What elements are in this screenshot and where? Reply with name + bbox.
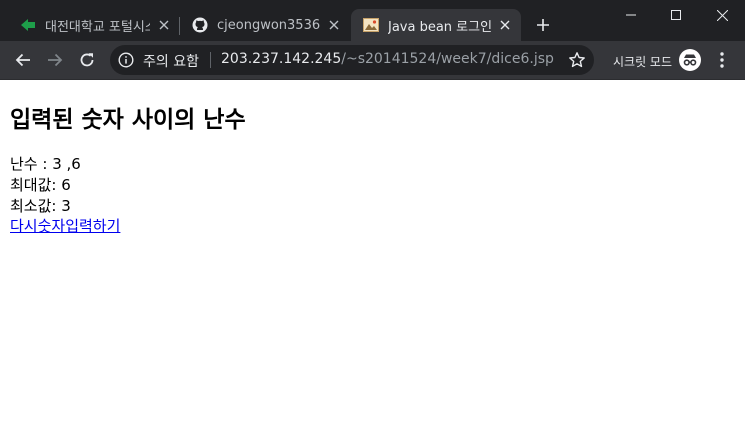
omnibox-divider bbox=[210, 52, 211, 68]
browser-toolbar: 주의 요함 203.237.142.245/~s20141524/week7/d… bbox=[0, 41, 745, 80]
tab-title: cjeongwon3536.gith bbox=[217, 17, 320, 33]
minimize-button[interactable] bbox=[608, 0, 654, 30]
close-tab-icon[interactable] bbox=[495, 15, 515, 35]
forward-button[interactable] bbox=[43, 48, 67, 72]
tab-github[interactable]: cjeongwon3536.gith bbox=[180, 9, 350, 41]
bookmark-star-icon[interactable] bbox=[568, 51, 586, 69]
maximize-button[interactable] bbox=[653, 0, 699, 30]
security-label[interactable]: 주의 요함 bbox=[143, 51, 199, 71]
url-path: /~s20141524/week7/dice6.jsp bbox=[341, 51, 554, 67]
tab-title: 대전대학교 포털시스 bbox=[45, 19, 150, 35]
page-heading: 입력된 숫자 사이의 난수 bbox=[10, 107, 246, 133]
close-window-button[interactable] bbox=[699, 0, 745, 30]
close-tab-icon[interactable] bbox=[324, 15, 344, 35]
min-value-line: 최소값: 3 bbox=[10, 197, 71, 215]
leaf-icon bbox=[20, 17, 36, 33]
info-icon[interactable] bbox=[118, 52, 134, 68]
close-tab-icon[interactable] bbox=[154, 15, 174, 35]
reload-button[interactable] bbox=[75, 48, 99, 72]
menu-kebab-icon[interactable] bbox=[712, 49, 732, 71]
back-button[interactable] bbox=[11, 48, 35, 72]
tab-java-bean-active[interactable]: Java bean 로그인 실 bbox=[351, 9, 521, 41]
page-content: 입력된 숫자 사이의 난수 난수 : 3 ,6 최대값: 6 최소값: 3 다시… bbox=[0, 80, 745, 432]
max-value-line: 최대값: 6 bbox=[10, 176, 71, 194]
retry-input-link[interactable]: 다시숫자입력하기 bbox=[10, 215, 120, 236]
url-host: 203.237.142.245 bbox=[221, 51, 342, 67]
image-icon bbox=[363, 17, 379, 33]
tab-daejeon-portal[interactable]: 대전대학교 포털시스 bbox=[8, 9, 180, 41]
incognito-icon[interactable] bbox=[679, 49, 701, 71]
incognito-label: 시크릿 모드 bbox=[613, 55, 673, 69]
tab-title: Java bean 로그인 실 bbox=[388, 19, 491, 35]
github-icon bbox=[192, 17, 208, 33]
address-bar[interactable]: 주의 요함 203.237.142.245/~s20141524/week7/d… bbox=[110, 45, 594, 75]
url-text[interactable]: 203.237.142.245/~s20141524/week7/dice6.j… bbox=[221, 51, 554, 67]
new-tab-button[interactable] bbox=[532, 14, 554, 36]
tab-strip: 대전대학교 포털시스 cjeongwon3536.gith Java bean … bbox=[0, 0, 745, 41]
random-numbers-line: 난수 : 3 ,6 bbox=[10, 155, 81, 173]
